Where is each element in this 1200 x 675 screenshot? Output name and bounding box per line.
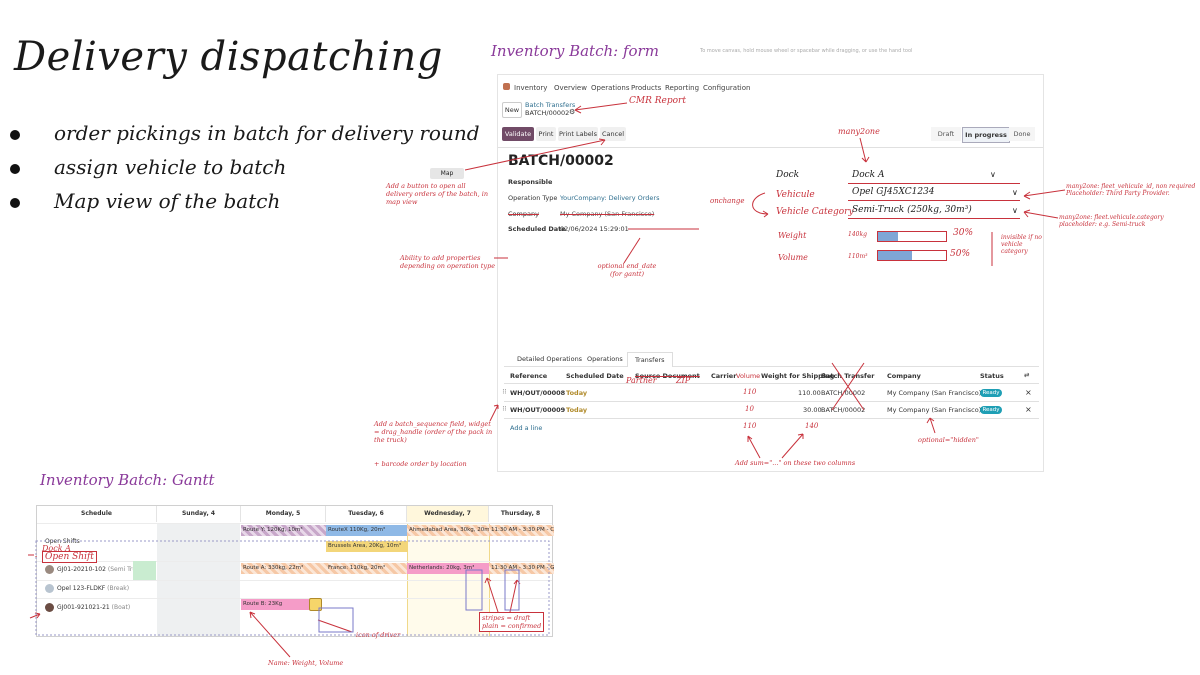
arrow-boat-row bbox=[29, 612, 41, 619]
selection-frame bbox=[35, 540, 550, 636]
arrow-driver-icon bbox=[317, 619, 353, 633]
highlight-driver-icon bbox=[318, 607, 354, 633]
highlight-netherlands bbox=[465, 569, 483, 611]
arrow-stripes bbox=[484, 577, 499, 613]
gantt-annotation-strokes bbox=[28, 540, 550, 658]
